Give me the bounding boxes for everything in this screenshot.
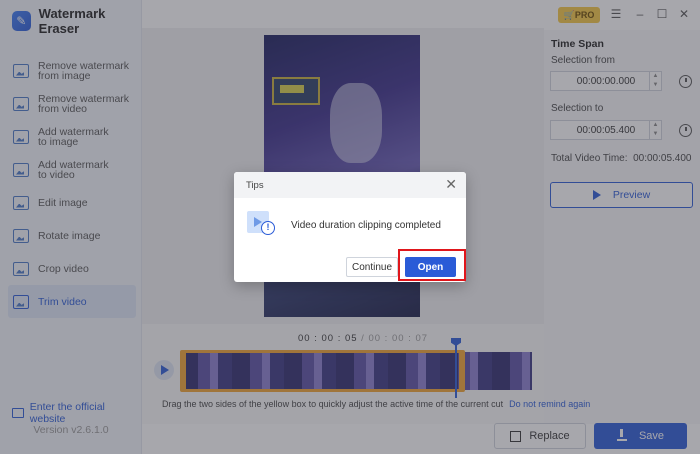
video-alert-icon: ! bbox=[247, 209, 277, 236]
dialog-message: Video duration clipping completed bbox=[291, 220, 441, 231]
dialog-header: Tips ✕ bbox=[234, 172, 466, 198]
continue-button[interactable]: Continue bbox=[346, 257, 398, 277]
dialog-title: Tips bbox=[246, 180, 264, 191]
close-icon[interactable]: ✕ bbox=[445, 177, 457, 191]
open-button-highlight bbox=[398, 249, 466, 281]
